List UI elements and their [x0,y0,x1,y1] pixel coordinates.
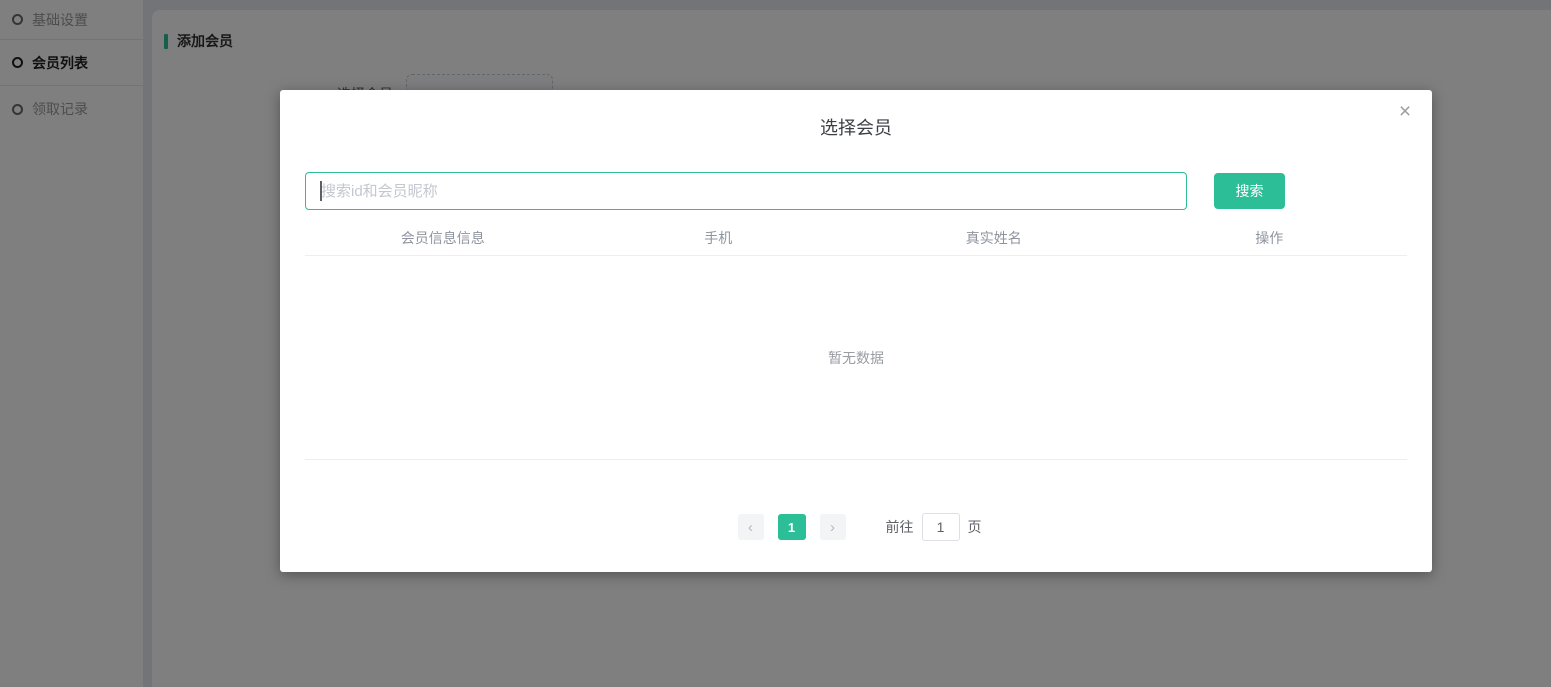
column-header-real-name: 真实姓名 [965,229,1022,246]
table-header-row: 会员信息信息 手机 真实姓名 操作 [305,220,1407,256]
search-input[interactable] [305,172,1187,210]
column-header-phone: 手机 [704,229,733,246]
text-caret [320,181,322,201]
prev-page-button[interactable]: ‹ [737,514,764,540]
table-empty-placeholder: 暂无数据 [305,256,1407,460]
dialog-body: 搜索 会员信息信息 手机 真实姓名 操作 暂无数据 ‹ 1 › [280,172,1432,541]
column-header-actions: 操作 [1255,229,1284,246]
dialog-title: 选择会员 [820,118,892,138]
app-window: 基础设置 会员列表 领取记录 添加会员 选择会员 × 选择会员 [0,0,1551,687]
page-unit-label: 页 [967,519,982,535]
chevron-left-icon: ‹ [748,518,753,536]
close-icon[interactable]: × [1390,96,1420,126]
goto-page-group: 前往 页 [886,513,982,541]
goto-page-input[interactable] [921,513,960,541]
next-page-button[interactable]: › [819,514,846,540]
pagination: ‹ 1 › 前往 页 [305,513,1407,541]
page-number-button[interactable]: 1 [777,514,806,540]
search-button[interactable]: 搜索 [1214,173,1285,209]
member-table: 会员信息信息 手机 真实姓名 操作 暂无数据 [305,220,1407,460]
goto-label: 前往 [885,519,914,535]
search-row: 搜索 [305,172,1407,210]
column-header-member-info: 会员信息信息 [400,229,485,246]
search-input-wrapper [305,172,1187,210]
chevron-right-icon: › [830,518,835,536]
select-member-dialog: × 选择会员 搜索 会员信息信息 手机 真实姓名 操作 暂无数据 [280,90,1432,572]
